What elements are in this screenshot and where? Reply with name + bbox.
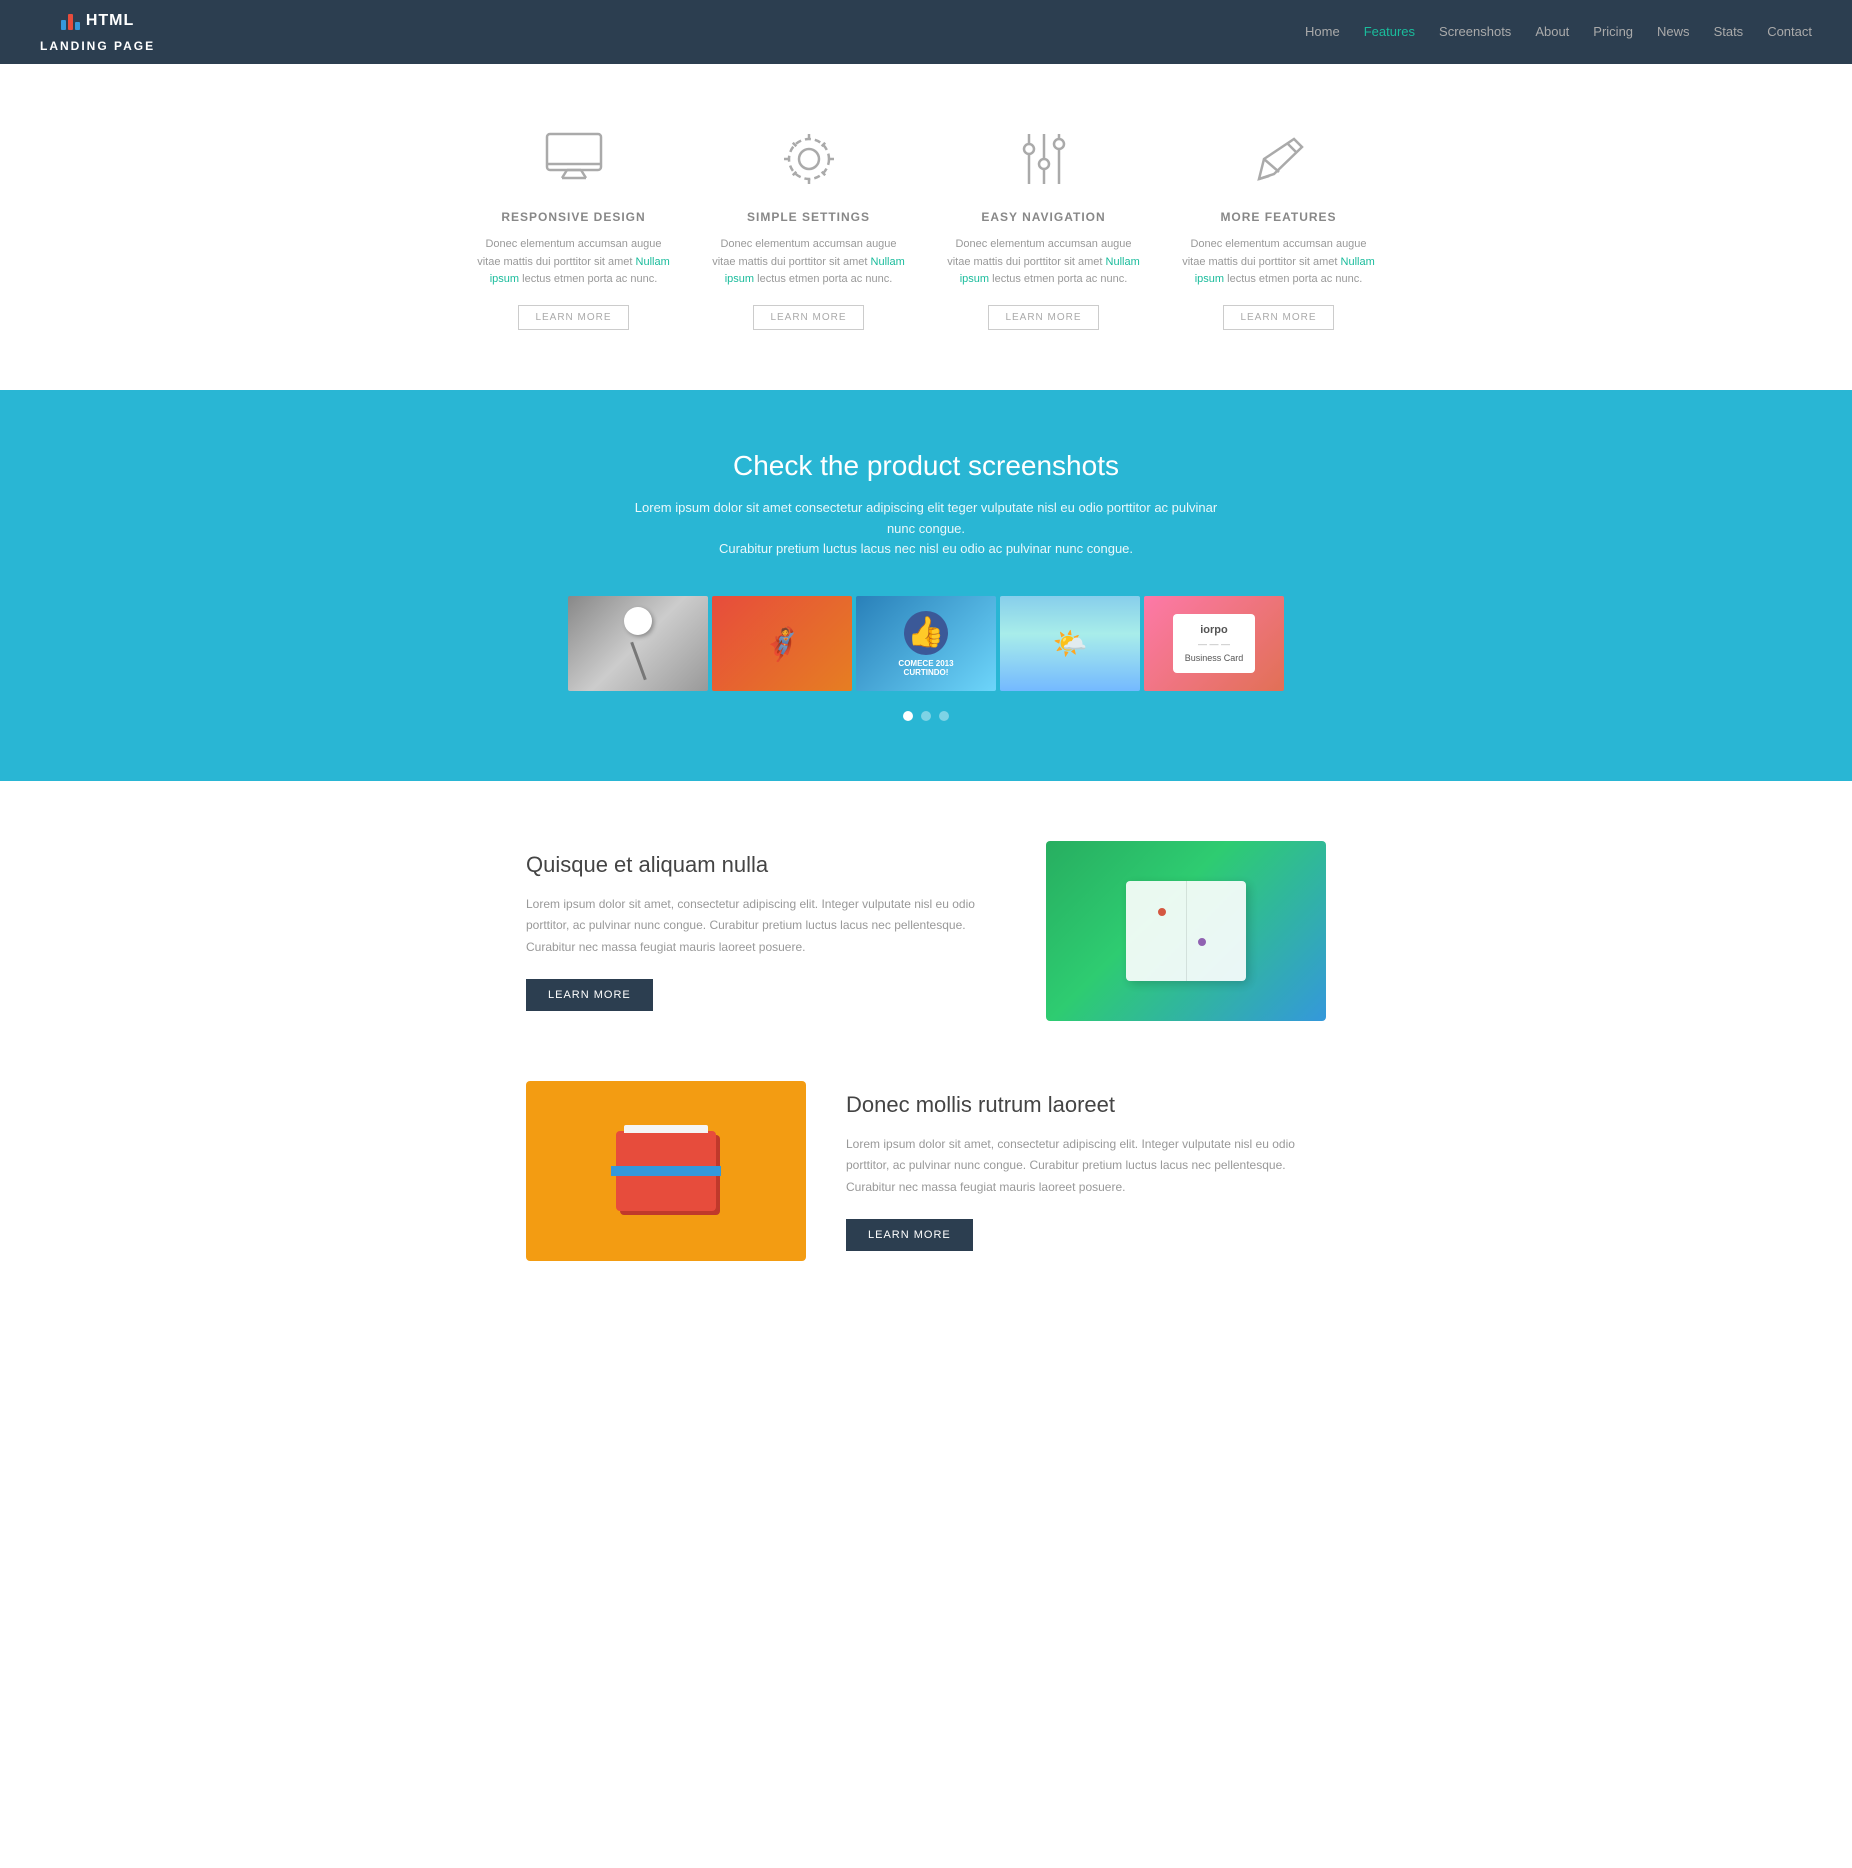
nav-news[interactable]: News bbox=[1657, 24, 1690, 39]
content-title-1: Quisque et aliquam nulla bbox=[526, 852, 1006, 878]
monitor-icon bbox=[539, 124, 609, 194]
wallet-pages bbox=[624, 1125, 708, 1133]
features-section: RESPONSIVE DESIGN Donec elementum accums… bbox=[0, 64, 1852, 390]
map-pin-red bbox=[1156, 906, 1168, 918]
feature-responsive: RESPONSIVE DESIGN Donec elementum accums… bbox=[476, 124, 671, 330]
navbar: HTML LANDING PAGE Home Features Screensh… bbox=[0, 0, 1852, 64]
carousel-dots bbox=[40, 711, 1812, 721]
content-text-2: Donec mollis rutrum laoreet Lorem ipsum … bbox=[846, 1092, 1326, 1251]
carousel-dot-2[interactable] bbox=[921, 711, 931, 721]
wallet-body bbox=[616, 1131, 716, 1211]
features-grid: RESPONSIVE DESIGN Donec elementum accums… bbox=[476, 124, 1376, 330]
nav-features[interactable]: Features bbox=[1364, 24, 1415, 39]
feature-navigation-title: EASY NAVIGATION bbox=[946, 210, 1141, 224]
nav-stats[interactable]: Stats bbox=[1714, 24, 1744, 39]
nav-about[interactable]: About bbox=[1535, 24, 1569, 39]
content-image-map bbox=[1046, 841, 1326, 1021]
map-fold bbox=[1126, 881, 1246, 981]
brand-logo: HTML LANDING PAGE bbox=[40, 10, 155, 53]
sliders-icon bbox=[1009, 124, 1079, 194]
bar-3 bbox=[75, 22, 80, 30]
nav-pricing[interactable]: Pricing bbox=[1593, 24, 1633, 39]
carousel-dot-3[interactable] bbox=[939, 711, 949, 721]
feature-navigation-desc: Donec elementum accumsan augue vitae mat… bbox=[946, 236, 1141, 289]
content-desc-1: Lorem ipsum dolor sit amet, consectetur … bbox=[526, 894, 1006, 959]
screenshot-thumb-2[interactable]: 🦸 bbox=[712, 596, 852, 691]
brand-landing-page: LANDING PAGE bbox=[40, 40, 155, 53]
screenshot-thumb-4[interactable]: 🌤️ bbox=[1000, 596, 1140, 691]
gear-icon bbox=[774, 124, 844, 194]
screenshots-heading: Check the product screenshots bbox=[40, 450, 1812, 482]
content-btn-2[interactable]: LEARN MORE bbox=[846, 1219, 973, 1251]
screenshots-subtext: Lorem ipsum dolor sit amet consectetur a… bbox=[626, 498, 1226, 560]
carousel-dot-1[interactable] bbox=[903, 711, 913, 721]
feature-more: MORE FEATURES Donec elementum accumsan a… bbox=[1181, 124, 1376, 330]
feature-settings-btn[interactable]: LEARN MORE bbox=[753, 305, 863, 330]
content-block-1: Quisque et aliquam nulla Lorem ipsum dol… bbox=[526, 841, 1326, 1021]
content-title-2: Donec mollis rutrum laoreet bbox=[846, 1092, 1326, 1118]
bar-1 bbox=[61, 20, 66, 30]
brand-html: HTML bbox=[86, 12, 134, 30]
feature-settings-title: SIMPLE SETTINGS bbox=[711, 210, 906, 224]
screenshots-section: Check the product screenshots Lorem ipsu… bbox=[0, 390, 1852, 781]
feature-settings-desc: Donec elementum accumsan augue vitae mat… bbox=[711, 236, 906, 289]
feature-responsive-desc: Donec elementum accumsan augue vitae mat… bbox=[476, 236, 671, 289]
content-text-1: Quisque et aliquam nulla Lorem ipsum dol… bbox=[526, 852, 1006, 1011]
nav-menu: Home Features Screenshots About Pricing … bbox=[1305, 23, 1812, 41]
content-block-2: Donec mollis rutrum laoreet Lorem ipsum … bbox=[526, 1081, 1326, 1261]
feature-more-desc: Donec elementum accumsan augue vitae mat… bbox=[1181, 236, 1376, 289]
nav-screenshots[interactable]: Screenshots bbox=[1439, 24, 1511, 39]
feature-more-btn[interactable]: LEARN MORE bbox=[1223, 305, 1333, 330]
content-section: Quisque et aliquam nulla Lorem ipsum dol… bbox=[0, 781, 1852, 1381]
feature-more-title: MORE FEATURES bbox=[1181, 210, 1376, 224]
feature-responsive-title: RESPONSIVE DESIGN bbox=[476, 210, 671, 224]
feature-settings: SIMPLE SETTINGS Donec elementum accumsan… bbox=[711, 124, 906, 330]
screenshot-thumb-3[interactable]: 👍 COMECE 2013CURTINDO! bbox=[856, 596, 996, 691]
bar-2 bbox=[68, 14, 73, 30]
screenshot-thumb-5[interactable]: iorpo — — — Business Card bbox=[1144, 596, 1284, 691]
feature-responsive-btn[interactable]: LEARN MORE bbox=[518, 305, 628, 330]
brand-bars-icon bbox=[61, 10, 80, 30]
feature-navigation: EASY NAVIGATION Donec elementum accumsan… bbox=[946, 124, 1141, 330]
screenshots-carousel: 🦸 👍 COMECE 2013CURTINDO! 🌤️ iorpo — — — … bbox=[40, 596, 1812, 691]
map-pin-purple bbox=[1196, 936, 1208, 948]
content-image-wallet bbox=[526, 1081, 806, 1261]
content-desc-2: Lorem ipsum dolor sit amet, consectetur … bbox=[846, 1134, 1326, 1199]
screenshot-thumb-1[interactable] bbox=[568, 596, 708, 691]
feature-navigation-btn[interactable]: LEARN MORE bbox=[988, 305, 1098, 330]
wallet-band bbox=[611, 1166, 721, 1176]
nav-home[interactable]: Home bbox=[1305, 24, 1340, 39]
content-btn-1[interactable]: LEARN MORE bbox=[526, 979, 653, 1011]
pencil-icon bbox=[1244, 124, 1314, 194]
nav-contact[interactable]: Contact bbox=[1767, 24, 1812, 39]
